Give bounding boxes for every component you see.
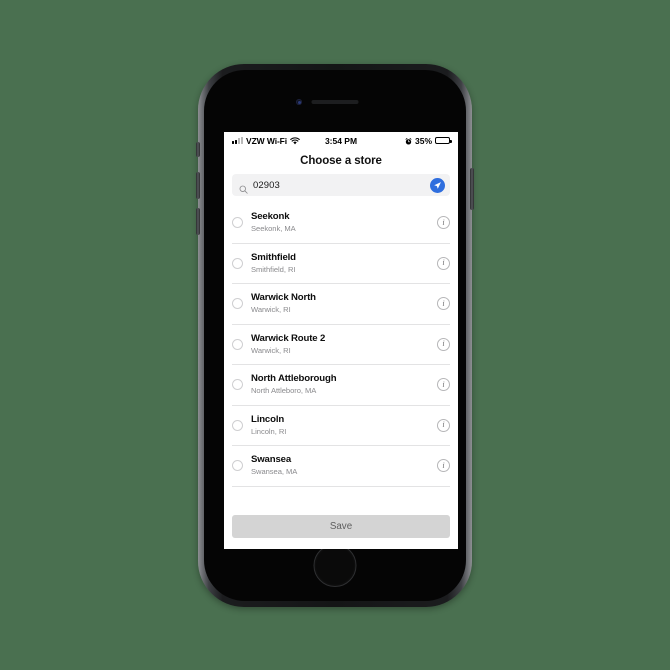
- store-row[interactable]: Seekonk Seekonk, MA i: [232, 203, 450, 244]
- store-row[interactable]: Lincoln Lincoln, RI i: [232, 406, 450, 446]
- save-button[interactable]: Save: [232, 515, 450, 538]
- store-name: Lincoln: [251, 413, 285, 425]
- store-location: Warwick, RI: [251, 305, 291, 315]
- search-icon: [239, 181, 248, 194]
- earpiece-speaker: [311, 100, 359, 104]
- info-icon[interactable]: i: [437, 256, 450, 270]
- phone-screen: VZW Wi-Fi 3:54 PM 35% Choose a store 029…: [224, 132, 458, 549]
- status-bar-right: 35%: [405, 135, 452, 146]
- screenshot-stage: VZW Wi-Fi 3:54 PM 35% Choose a store 029…: [0, 0, 670, 670]
- home-button[interactable]: [313, 544, 357, 587]
- store-name: North Attleborough: [251, 373, 337, 385]
- location-arrow-icon[interactable]: [430, 177, 445, 193]
- store-row[interactable]: Smithfield Smithfield, RI i: [232, 244, 450, 284]
- store-location: Lincoln, RI: [251, 426, 287, 436]
- info-icon[interactable]: i: [437, 459, 450, 473]
- page-title: Choose a store: [300, 155, 382, 167]
- cellular-signal-icon: [232, 137, 243, 144]
- store-text: North Attleborough North Attleboro, MA: [251, 373, 429, 396]
- store-row[interactable]: North Attleborough North Attleboro, MA i: [232, 365, 450, 406]
- search-input[interactable]: 02903: [253, 180, 425, 191]
- store-name: Smithfield: [251, 251, 296, 263]
- wifi-icon: [290, 136, 300, 145]
- phone-bezel: VZW Wi-Fi 3:54 PM 35% Choose a store 029…: [204, 70, 466, 601]
- store-row[interactable]: Swansea Swansea, MA i: [232, 446, 450, 487]
- store-location: North Attleboro, MA: [251, 386, 317, 396]
- store-text: Seekonk Seekonk, MA: [251, 211, 429, 234]
- store-list[interactable]: Seekonk Seekonk, MA i Smithfield Smithfield,…: [224, 203, 458, 507]
- store-location: Smithfield, RI: [251, 264, 296, 274]
- store-name: Seekonk: [251, 211, 290, 223]
- status-bar: VZW Wi-Fi 3:54 PM 35%: [224, 132, 458, 149]
- power-button[interactable]: [470, 168, 474, 210]
- store-text: Warwick North Warwick, RI: [251, 292, 429, 315]
- store-name: Warwick Route 2: [251, 332, 326, 344]
- search-section: 02903: [224, 174, 458, 203]
- store-name: Warwick North: [251, 292, 316, 304]
- store-row[interactable]: Warwick Route 2 Warwick, RI i: [232, 325, 450, 365]
- info-icon[interactable]: i: [437, 337, 450, 351]
- mute-switch[interactable]: [196, 142, 200, 157]
- store-row[interactable]: Warwick North Warwick, RI i: [232, 284, 450, 325]
- store-location: Warwick, RI: [251, 345, 291, 355]
- store-radio-button[interactable]: [232, 460, 243, 472]
- alarm-clock-icon: [405, 137, 412, 145]
- store-radio-button[interactable]: [232, 419, 243, 431]
- store-location: Seekonk, MA: [251, 224, 296, 234]
- info-icon[interactable]: i: [437, 297, 450, 311]
- info-icon[interactable]: i: [437, 216, 450, 230]
- status-bar-left: VZW Wi-Fi: [232, 136, 300, 146]
- store-text: Swansea Swansea, MA: [251, 454, 429, 477]
- footer-bar: Save: [224, 507, 458, 549]
- front-camera: [296, 99, 302, 105]
- store-name: Swansea: [251, 454, 292, 466]
- search-bar[interactable]: 02903: [232, 174, 450, 196]
- store-text: Smithfield Smithfield, RI: [251, 252, 429, 275]
- store-radio-button[interactable]: [232, 298, 243, 310]
- battery-icon: [435, 136, 452, 145]
- store-radio-button[interactable]: [232, 257, 243, 269]
- carrier-label: VZW Wi-Fi: [246, 135, 288, 146]
- store-text: Lincoln Lincoln, RI: [251, 414, 429, 437]
- volume-down-button[interactable]: [196, 208, 200, 235]
- battery-percent-label: 35%: [414, 135, 432, 146]
- store-radio-button[interactable]: [232, 379, 243, 391]
- phone-device: VZW Wi-Fi 3:54 PM 35% Choose a store 029…: [196, 64, 474, 607]
- store-location: Swansea, MA: [251, 467, 298, 477]
- store-radio-button[interactable]: [232, 338, 243, 350]
- info-icon[interactable]: i: [437, 418, 450, 432]
- volume-up-button[interactable]: [196, 172, 200, 199]
- store-text: Warwick Route 2 Warwick, RI: [251, 333, 429, 356]
- store-radio-button[interactable]: [232, 217, 243, 229]
- info-icon[interactable]: i: [437, 378, 450, 392]
